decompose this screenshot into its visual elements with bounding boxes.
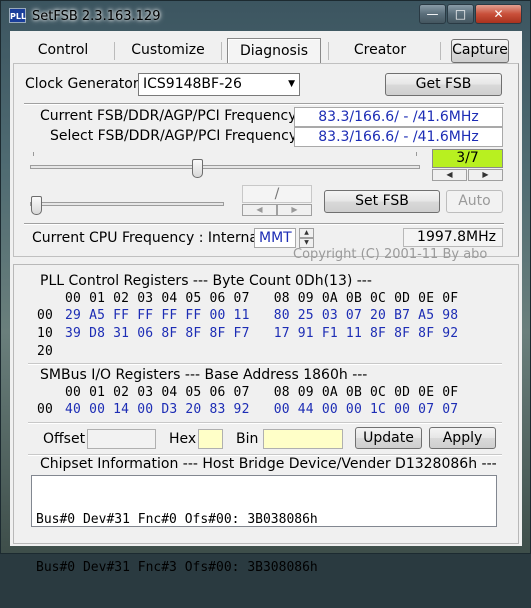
clock-generator-label: Clock Generator — [25, 76, 139, 92]
cpu-frequency-value: 1997.8MHz — [403, 228, 503, 247]
clock-generator-value: ICS9148BF-26 — [143, 76, 242, 92]
pll-row-bytes[interactable]: 29 A5 FF FF FF FF 00 11 80 25 03 07 20 B… — [65, 308, 458, 323]
tab-separator — [221, 42, 222, 60]
hex-field[interactable] — [198, 429, 223, 449]
window-title: SetFSB 2.3.163.129 — [32, 9, 161, 24]
pll-row-bytes[interactable]: 39 D8 31 06 8F 8F 8F F7 17 91 F1 11 8F 8… — [65, 326, 458, 341]
divider — [28, 422, 502, 424]
cpu-mode-spin-up[interactable]: ▲ — [299, 228, 314, 238]
pll-row-address: 10 — [37, 326, 54, 341]
tab-creator[interactable]: Creator — [336, 38, 424, 64]
close-button[interactable]: ✕ — [475, 4, 522, 24]
smbus-column-header: 00 01 02 03 04 05 06 07 08 09 0A 0B 0C 0… — [65, 385, 459, 400]
pll-column-header: 00 01 02 03 04 05 06 07 08 09 0A 0B 0C 0… — [65, 291, 459, 306]
ratio-display: 3/7 — [432, 149, 503, 168]
apply-button[interactable]: Apply — [429, 427, 496, 449]
select-frequency-value: 83.3/166.6/ - /41.6MHz — [294, 127, 503, 147]
pll-registers-title: PLL Control Registers --- Byte Count 0Dh… — [40, 273, 372, 289]
diagnosis-panel: PLL Control Registers --- Byte Count 0Dh… — [13, 264, 519, 575]
current-frequency-value: 83.3/166.6/ - /41.6MHz — [294, 107, 503, 127]
cpu-mode-field[interactable]: MMT — [254, 228, 296, 248]
pll-row-address: 00 — [37, 308, 54, 323]
smbus-row-address: 00 — [37, 402, 54, 417]
minimize-button[interactable]: — — [419, 4, 446, 24]
hex-label: Hex — [169, 431, 197, 447]
tab-separator — [114, 42, 115, 60]
fsb-slider[interactable] — [28, 152, 423, 183]
ratio-spin-left[interactable]: ◀ — [432, 169, 467, 181]
cpu-frequency-label: Current CPU Frequency : Internal — [32, 230, 262, 246]
slider-thumb[interactable] — [31, 196, 42, 215]
tab-diagnosis[interactable]: Diagnosis — [227, 38, 321, 64]
set-fsb-button[interactable]: Set FSB — [324, 190, 440, 213]
offset-label: Offset — [43, 431, 86, 447]
tab-separator — [328, 42, 329, 60]
divider — [24, 223, 504, 225]
offset-field[interactable] — [87, 429, 156, 449]
select-frequency-label: Select FSB/DDR/AGP/PCI Frequency — [50, 128, 298, 144]
auto-button[interactable]: Auto — [446, 190, 503, 213]
client-area: Control Customize Diagnosis Creator Capt… — [10, 31, 522, 575]
slider-tick — [416, 152, 417, 156]
slider-thumb[interactable] — [192, 159, 203, 178]
pll-app-icon: PLL — [9, 8, 26, 23]
chipset-info-title: Chipset Information --- Host Bridge Devi… — [40, 456, 497, 472]
pll-row-address: 20 — [37, 344, 54, 359]
secondary-slider[interactable] — [28, 193, 226, 217]
secondary-spin-right[interactable]: ▶ — [277, 204, 312, 216]
clock-generator-select[interactable]: ICS9148BF-26 ▼ — [138, 73, 300, 96]
current-frequency-label: Current FSB/DDR/AGP/PCI Frequency — [40, 108, 297, 124]
smbus-registers-title: SMBus I/O Registers --- Base Address 186… — [40, 367, 368, 383]
chevron-down-icon: ▼ — [288, 79, 295, 89]
update-button[interactable]: Update — [355, 427, 422, 449]
slider-tick — [33, 152, 34, 156]
smbus-row-bytes[interactable]: 40 00 14 00 D3 20 83 92 00 44 00 00 1C 0… — [65, 402, 458, 417]
chipset-info-list[interactable]: Bus#0 Dev#31 Fnc#0 Ofs#00: 3B038086h Bus… — [31, 475, 497, 575]
slider-track — [30, 165, 420, 169]
chipset-info-line: Bus#0 Dev#31 Fnc#0 Ofs#00: 3B038086h — [36, 512, 318, 527]
secondary-ratio-display: / — [242, 185, 312, 203]
tab-control[interactable]: Control — [24, 38, 102, 64]
get-fsb-button[interactable]: Get FSB — [385, 73, 502, 96]
secondary-spin-left[interactable]: ◀ — [242, 204, 277, 216]
title-bar[interactable]: PLL SetFSB 2.3.163.129 — □ ✕ — [1, 1, 530, 31]
bin-label: Bin — [236, 431, 259, 447]
ratio-spin-right[interactable]: ▶ — [468, 169, 503, 181]
capture-button[interactable]: Capture — [451, 39, 509, 63]
maximize-button[interactable]: □ — [447, 4, 474, 24]
divider — [24, 103, 504, 105]
copyright-text: Copyright (C) 2001-11 By abo — [293, 247, 488, 262]
divider — [28, 363, 502, 365]
bin-field[interactable] — [263, 429, 343, 449]
slider-track — [30, 202, 224, 206]
tab-customize[interactable]: Customize — [122, 38, 214, 64]
chipset-info-line: Bus#0 Dev#31 Fnc#3 Ofs#00: 3B308086h — [36, 560, 318, 575]
tab-separator — [440, 42, 441, 60]
setfsb-window: PLL SetFSB 2.3.163.129 — □ ✕ Control Cus… — [0, 0, 531, 575]
